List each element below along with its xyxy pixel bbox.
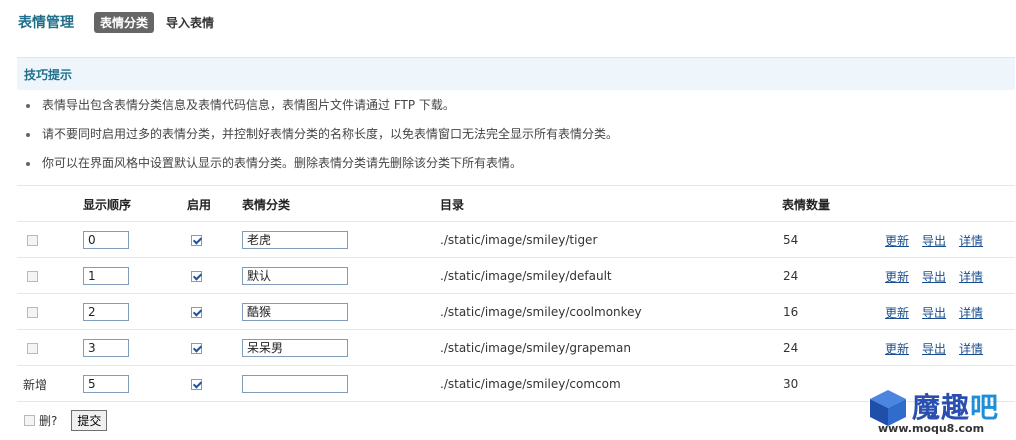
order-input[interactable]: 3 bbox=[83, 339, 129, 357]
detail-link[interactable]: 详情 bbox=[959, 232, 983, 249]
new-enabled-checkbox[interactable] bbox=[191, 378, 202, 390]
enabled-checkbox[interactable] bbox=[191, 342, 202, 354]
bullet-icon bbox=[26, 103, 30, 108]
submit-button[interactable]: 提交 bbox=[71, 410, 108, 431]
category-name-input[interactable]: 默认 bbox=[242, 267, 348, 285]
col-header-category: 表情分类 bbox=[242, 197, 291, 212]
order-input[interactable]: 0 bbox=[83, 231, 129, 249]
delete-all-checkbox[interactable] bbox=[24, 415, 35, 426]
new-order-input[interactable]: 5 bbox=[83, 375, 129, 393]
order-input[interactable]: 2 bbox=[83, 303, 129, 321]
watermark-logo: 魔趣吧 www.moqu8.com bbox=[868, 386, 1008, 436]
tips-header: 技巧提示 bbox=[17, 57, 1015, 90]
enabled-checkbox[interactable] bbox=[191, 270, 202, 282]
smiley-count: 54 bbox=[783, 233, 799, 247]
directory-text: ./static/image/smiley/tiger bbox=[440, 233, 598, 247]
enabled-checkbox[interactable] bbox=[191, 234, 202, 246]
smiley-count: 24 bbox=[783, 269, 799, 283]
col-header-directory: 目录 bbox=[440, 197, 465, 212]
update-link[interactable]: 更新 bbox=[885, 232, 909, 249]
detail-link[interactable]: 详情 bbox=[959, 304, 983, 321]
directory-text: ./static/image/smiley/coolmonkey bbox=[440, 305, 642, 319]
watermark-url: www.moqu8.com bbox=[878, 422, 985, 435]
new-category-row: 新增 5 ./static/image/smiley/comcom 30 bbox=[17, 365, 1015, 402]
col-header-count: 表情数量 bbox=[782, 197, 831, 212]
page-header: 表情管理 表情分类 导入表情 bbox=[18, 11, 226, 33]
category-name-input[interactable]: 呆呆男 bbox=[242, 339, 348, 357]
tab-smiley-category[interactable]: 表情分类 bbox=[94, 11, 155, 33]
update-link[interactable]: 更新 bbox=[885, 340, 909, 357]
new-smiley-count: 30 bbox=[783, 377, 799, 391]
tip-item: 你可以在界面风格中设置默认显示的表情分类。删除表情分类请先删除该分类下所有表情。 bbox=[26, 154, 618, 183]
watermark-text: 魔趣吧 bbox=[912, 391, 1000, 424]
directory-text: ./static/image/smiley/default bbox=[440, 269, 612, 283]
tip-item: 表情导出包含表情分类信息及表情代码信息，表情图片文件请通过 FTP 下载。 bbox=[26, 96, 618, 125]
category-name-input[interactable]: 酷猴 bbox=[242, 303, 348, 321]
export-link[interactable]: 导出 bbox=[922, 340, 946, 357]
delete-checkbox[interactable] bbox=[27, 234, 38, 246]
order-input[interactable]: 1 bbox=[83, 267, 129, 285]
delete-checkbox[interactable] bbox=[27, 270, 38, 282]
bullet-icon bbox=[26, 161, 30, 166]
delete-all-label: 删? bbox=[39, 414, 58, 428]
directory-text: ./static/image/smiley/grapeman bbox=[440, 341, 631, 355]
smiley-count: 16 bbox=[783, 305, 799, 319]
tips-title: 技巧提示 bbox=[24, 67, 73, 82]
delete-checkbox[interactable] bbox=[27, 342, 38, 354]
tips-list: 表情导出包含表情分类信息及表情代码信息，表情图片文件请通过 FTP 下载。 请不… bbox=[26, 96, 618, 183]
export-link[interactable]: 导出 bbox=[922, 304, 946, 321]
export-link[interactable]: 导出 bbox=[922, 232, 946, 249]
category-name-input[interactable]: 老虎 bbox=[242, 231, 348, 249]
tab-import-smiley[interactable]: 导入表情 bbox=[160, 12, 220, 33]
table-footer: 删? 提交 bbox=[24, 410, 108, 431]
new-label: 新增 bbox=[23, 377, 48, 392]
table-row: 2 酷猴 ./static/image/smiley/coolmonkey 16… bbox=[17, 293, 1015, 330]
tip-item: 请不要同时启用过多的表情分类，并控制好表情分类的名称长度，以免表情窗口无法完全显… bbox=[26, 125, 618, 154]
table-row: 0 老虎 ./static/image/smiley/tiger 54 更新 导… bbox=[17, 221, 1015, 258]
update-link[interactable]: 更新 bbox=[885, 268, 909, 285]
page-title: 表情管理 bbox=[18, 15, 74, 31]
bullet-icon bbox=[26, 132, 30, 137]
smiley-count: 24 bbox=[783, 341, 799, 355]
col-header-enabled: 启用 bbox=[187, 197, 212, 212]
new-category-name-input[interactable] bbox=[242, 375, 348, 393]
enabled-checkbox[interactable] bbox=[191, 306, 202, 318]
detail-link[interactable]: 详情 bbox=[959, 268, 983, 285]
col-header-order: 显示顺序 bbox=[83, 197, 132, 212]
delete-checkbox[interactable] bbox=[27, 306, 38, 318]
detail-link[interactable]: 详情 bbox=[959, 340, 983, 357]
table-row: 1 默认 ./static/image/smiley/default 24 更新… bbox=[17, 257, 1015, 294]
table-divider bbox=[17, 401, 1015, 402]
table-row: 3 呆呆男 ./static/image/smiley/grapeman 24 … bbox=[17, 329, 1015, 366]
new-directory-text: ./static/image/smiley/comcom bbox=[440, 377, 621, 391]
update-link[interactable]: 更新 bbox=[885, 304, 909, 321]
table-header-row: 显示顺序 启用 表情分类 目录 表情数量 bbox=[17, 185, 1015, 222]
export-link[interactable]: 导出 bbox=[922, 268, 946, 285]
